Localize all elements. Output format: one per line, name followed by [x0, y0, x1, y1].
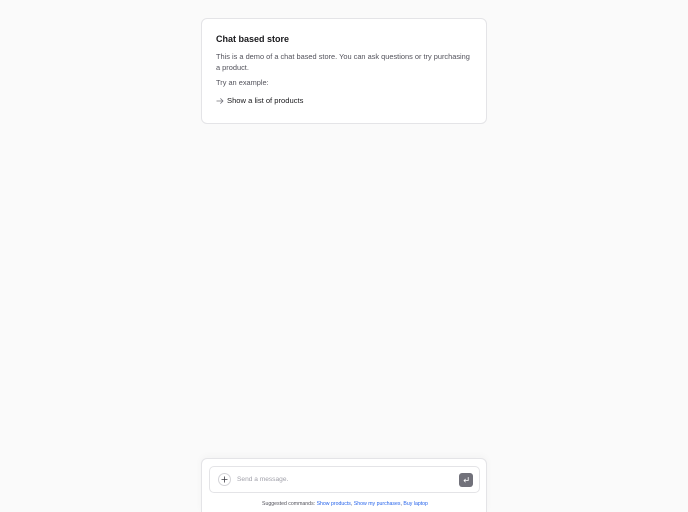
example-prompt-button[interactable]: Show a list of products: [216, 95, 472, 106]
suggested-commands: Suggested commands: Show products, Show …: [202, 501, 488, 508]
send-button[interactable]: [459, 473, 473, 487]
suggestion-buy-laptop[interactable]: Buy laptop: [403, 501, 428, 507]
new-chat-button[interactable]: [218, 473, 231, 486]
suggestion-separator: ,: [400, 501, 402, 507]
enter-icon: [463, 477, 469, 483]
arrow-right-icon: [216, 97, 224, 105]
suggestion-separator: ,: [350, 501, 353, 507]
intro-title: Chat based store: [216, 34, 290, 44]
intro-description: This is a demo of a chat based store. Yo…: [216, 52, 470, 72]
composer-panel: Suggested commands: Show products, Show …: [201, 458, 487, 512]
message-composer: [209, 466, 480, 493]
suggestion-show-my-purchases[interactable]: Show my purchases: [354, 501, 401, 507]
message-input[interactable]: [237, 473, 449, 486]
chat-page: Chat based store This is a demo of a cha…: [0, 0, 688, 512]
example-prompt-label: Show a list of products: [227, 96, 304, 105]
plus-icon: [221, 476, 228, 483]
intro-try-label: Try an example:: [216, 78, 269, 87]
suggestion-show-products[interactable]: Show products: [317, 501, 351, 507]
intro-card: Chat based store This is a demo of a cha…: [201, 18, 487, 124]
suggested-commands-label: Suggested commands:: [262, 501, 316, 507]
